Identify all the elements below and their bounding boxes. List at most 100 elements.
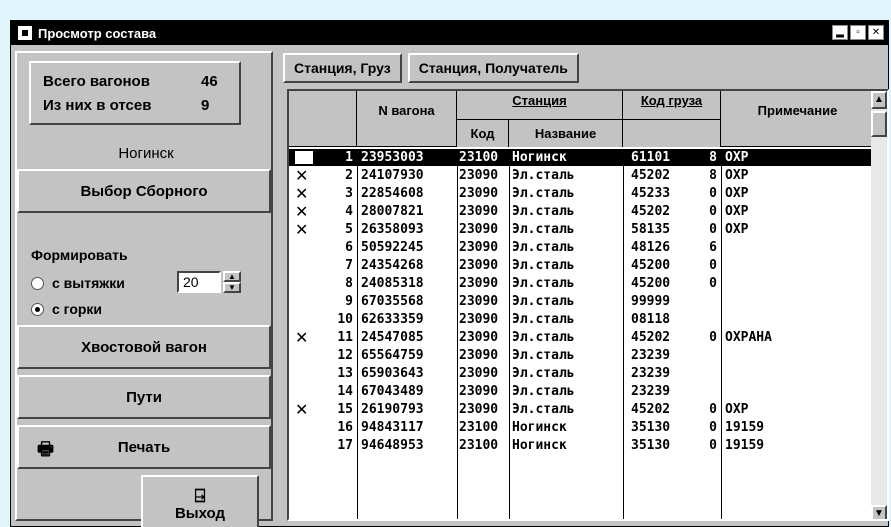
radio-hump-label: с горки (52, 301, 103, 317)
cell-car: 24085318 (361, 276, 424, 291)
cell-cargo: 45200 (631, 258, 671, 273)
cell-n: 14 (337, 384, 353, 399)
cell-car: 50592245 (361, 240, 424, 255)
cell-n: 17 (337, 438, 353, 453)
pull-count-input[interactable]: 20 (177, 271, 221, 293)
print-button[interactable]: 🖶 Печать (17, 425, 271, 469)
table-row[interactable]: 10 62633359 23090 Эл.сталь 08118 (289, 311, 875, 328)
header-car-number[interactable]: N вагона (357, 91, 457, 147)
table-row[interactable]: 1 23953003 23100 Ногинск 61101 8 ОХР (289, 149, 875, 166)
cell-flag (701, 293, 717, 310)
window-title: Просмотр состава (38, 25, 157, 41)
table-row[interactable]: 16 94843117 23100 Ногинск 35130 0 19159 (289, 419, 875, 436)
scroll-down-icon[interactable]: ▼ (871, 505, 887, 519)
tracks-button[interactable]: Пути (17, 375, 271, 419)
cell-code: 23090 (459, 366, 499, 381)
radio-pull-row[interactable]: с вытяжки (31, 275, 125, 291)
table-row[interactable]: 6 50592245 23090 Эл.сталь 48126 6 (289, 239, 875, 256)
cell-n: 2 (345, 168, 353, 183)
cell-name: Эл.сталь (512, 366, 575, 381)
close-button[interactable]: ✕ (868, 25, 884, 40)
cell-x: ✕ (295, 185, 309, 202)
cell-car: 65903643 (361, 366, 424, 381)
selection-marker (295, 151, 313, 164)
cell-x (295, 239, 315, 256)
cell-cargo: 08118 (631, 312, 671, 327)
cell-note: ОХР (725, 168, 749, 183)
cell-n: 15 (337, 402, 353, 417)
cell-flag: 8 (709, 168, 717, 183)
cell-n: 12 (337, 348, 353, 363)
table-row[interactable]: 13 65903643 23090 Эл.сталь 23239 (289, 365, 875, 382)
table-row[interactable]: 14 67043489 23090 Эл.сталь 23239 (289, 383, 875, 400)
header-cargo-code[interactable]: Код груза (623, 91, 721, 119)
minimize-button[interactable]: ▂ (832, 25, 848, 40)
print-button-label: Печать (117, 438, 171, 456)
cell-note (725, 275, 871, 292)
cell-name: Эл.сталь (512, 294, 575, 309)
table-row[interactable]: ✕ 2 24107930 23090 Эл.сталь 45202 8 ОХР (289, 167, 875, 184)
tab-station-cargo[interactable]: Станция, Груз (283, 53, 402, 83)
cell-x (295, 419, 315, 436)
cell-code: 23100 (459, 420, 499, 435)
cell-car: 24107930 (361, 168, 424, 183)
cell-flag (701, 365, 717, 382)
cell-name: Эл.сталь (512, 168, 575, 183)
choose-button[interactable]: Выбор Сборного (17, 169, 271, 213)
tail-car-button[interactable]: Хвостовой вагон (17, 325, 271, 369)
cell-name: Ногинск (512, 438, 567, 453)
cell-n: 4 (345, 204, 353, 219)
cell-name: Эл.сталь (512, 276, 575, 291)
scroll-up-icon[interactable]: ▲ (871, 91, 887, 109)
cell-car: 28007821 (361, 204, 424, 219)
table-row[interactable]: ✕ 3 22854608 23090 Эл.сталь 45233 0 ОХР (289, 185, 875, 202)
table-row[interactable]: 8 24085318 23090 Эл.сталь 45200 0 (289, 275, 875, 292)
cell-code: 23090 (459, 384, 499, 399)
exit-door-icon: ⍈ (194, 485, 206, 506)
tab-station-recipient[interactable]: Станция, Получатель (407, 53, 579, 83)
cell-car: 67035568 (361, 294, 424, 309)
title-bar[interactable]: Просмотр состава ▂ ▫ ✕ (11, 21, 888, 45)
cell-flag: 6 (709, 240, 717, 255)
cell-code: 23090 (459, 330, 499, 345)
printer-icon: 🖶 (37, 439, 54, 459)
chevron-down-icon[interactable]: ▼ (223, 282, 241, 293)
cell-n: 6 (345, 240, 353, 255)
chevron-up-icon[interactable]: ▲ (223, 271, 241, 282)
radio-hump-row[interactable]: с горки (31, 301, 102, 317)
header-station[interactable]: Станция (457, 91, 623, 119)
cell-code: 23090 (459, 222, 499, 237)
table-row[interactable]: ✕ 11 24547085 23090 Эл.сталь 45202 0 ОХРАНА (289, 329, 875, 346)
header-station-code[interactable]: Код (457, 119, 509, 147)
pull-count-stepper[interactable]: ▲ ▼ (223, 271, 241, 293)
cell-cargo: 58135 (631, 222, 671, 237)
table-row[interactable]: ✕ 5 26358093 23090 Эл.сталь 58135 0 ОХР (289, 221, 875, 238)
exit-button[interactable]: ⍈ Выход (141, 475, 259, 527)
control-panel: Всего вагонов 46 Из них в отсев 9 Ногинс… (15, 51, 273, 527)
table-row[interactable]: 7 24354268 23090 Эл.сталь 45200 0 (289, 257, 875, 274)
header-note[interactable]: Примечание (721, 91, 875, 147)
cell-x (295, 347, 315, 364)
vertical-scrollbar[interactable]: ▲ ▼ (871, 91, 887, 519)
cell-x (295, 311, 315, 328)
table-row[interactable]: 12 65564759 23090 Эл.сталь 23239 (289, 347, 875, 364)
cell-note (725, 239, 871, 256)
total-cars-value: 46 (201, 72, 218, 90)
cell-note: ОХР (725, 204, 749, 219)
cell-n: 9 (345, 294, 353, 309)
cell-cargo: 48126 (631, 240, 671, 255)
cell-cargo: 45233 (631, 186, 671, 201)
table-row[interactable]: ✕ 15 26190793 23090 Эл.сталь 45202 0 ОХР (289, 401, 875, 418)
scroll-thumb[interactable] (871, 111, 887, 137)
table-row[interactable]: ✕ 4 28007821 23090 Эл.сталь 45202 0 ОХР (289, 203, 875, 220)
table-row[interactable]: 17 94648953 23100 Ногинск 35130 0 19159 (289, 437, 875, 454)
maximize-button[interactable]: ▫ (850, 25, 866, 40)
train-view-window: Просмотр состава ▂ ▫ ✕ Всего вагонов 46 … (10, 20, 889, 527)
cell-car: 62633359 (361, 312, 424, 327)
table-row[interactable]: 9 67035568 23090 Эл.сталь 99999 (289, 293, 875, 310)
header-station-name[interactable]: Название (509, 119, 623, 147)
cell-note (725, 311, 871, 328)
radio-hump[interactable] (31, 302, 44, 316)
radio-pull[interactable] (31, 276, 44, 290)
cell-flag: 0 (709, 276, 717, 291)
